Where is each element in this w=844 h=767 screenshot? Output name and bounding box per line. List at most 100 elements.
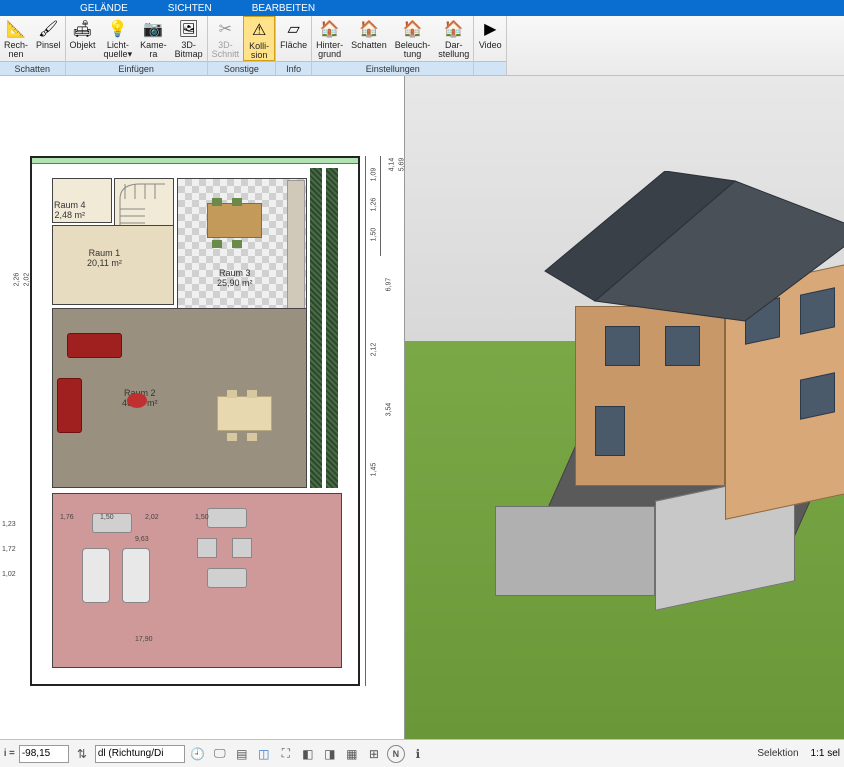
objekt-icon: 🛋 [72, 18, 94, 40]
flaeche-icon: ▱ [283, 18, 305, 40]
view-3d[interactable] [405, 76, 844, 739]
ribbon-group-label: Sonstige [208, 61, 276, 75]
ribbon-group-label: Einstellungen [312, 61, 473, 75]
ribbon-button-hintergrund[interactable]: 🏠Hinter- grund [312, 16, 347, 61]
ribbon-group: ▱FlächeInfo [276, 16, 312, 75]
stepper-icon[interactable]: ⇅ [73, 745, 91, 763]
dimension: 2,02 [145, 514, 159, 521]
menu-tab-gelaende[interactable]: GELÄNDE [80, 3, 128, 14]
chair [232, 240, 242, 248]
perspective-icon[interactable]: ◨ [321, 745, 339, 763]
dimension: 1,50 [195, 514, 209, 521]
room-label-raum3: Raum 325,90 m² [217, 268, 253, 288]
grid2-icon[interactable]: ⊞ [365, 745, 383, 763]
chair [212, 240, 222, 248]
info-icon[interactable]: ℹ [409, 745, 427, 763]
ribbon-group-label: Einfügen [66, 61, 207, 75]
outdoor-chair [232, 538, 252, 558]
house-wall-left [575, 306, 725, 486]
schatten-icon: 🏠 [358, 18, 380, 40]
outdoor-chair [197, 538, 217, 558]
ribbon-label: Pinsel [36, 41, 61, 50]
cube-icon[interactable]: ◫ [255, 745, 273, 763]
lichtquelle-icon: 💡 [107, 18, 129, 40]
ribbon-button-pinsel[interactable]: 🖌Pinsel [32, 16, 65, 61]
ribbon-button-objekt[interactable]: 🛋Objekt [66, 16, 100, 61]
history-icon[interactable]: 🕘 [189, 745, 207, 763]
menu-tab-sichten[interactable]: SICHTEN [168, 3, 212, 14]
3d-schnitt-icon: ✂ [214, 18, 236, 40]
dimension: 1,02 [2, 571, 16, 578]
video-icon: ▶ [479, 18, 501, 40]
table-light [217, 396, 272, 431]
dining-table [207, 203, 262, 238]
ribbon-label: Licht- quelle▾ [104, 41, 133, 59]
ribbon-label: Kolli- sion [249, 42, 269, 60]
window-icon [800, 372, 835, 419]
wireframe-icon[interactable]: ⛶ [277, 745, 295, 763]
ribbon-button-3d-bitmap[interactable]: 🖼3D- Bitmap [171, 16, 207, 61]
ribbon-label: Hinter- grund [316, 41, 343, 59]
ribbon-label: Objekt [70, 41, 96, 50]
ribbon-button-kollision[interactable]: ⚠Kolli- sion [243, 16, 275, 61]
dimension-rail [365, 156, 366, 686]
ribbon-group-label [474, 61, 506, 75]
outdoor-sofa [207, 508, 247, 528]
menu-tab-bearbeiten[interactable]: BEARBEITEN [252, 3, 315, 14]
rechnen-icon: 📐 [5, 18, 27, 40]
direction-dropdown[interactable] [95, 745, 185, 763]
ribbon-button-kamera[interactable]: 📷Kame- ra [136, 16, 171, 61]
ribbon-group: ✂3D- Schnitt⚠Kolli- sionSonstige [208, 16, 277, 75]
view-2d-floorplan[interactable]: Raum 42,48 m² Raum 120, [0, 76, 405, 739]
room-label-raum1: Raum 120,11 m² [87, 248, 122, 268]
sofa-red-2 [57, 378, 82, 433]
ribbon-button-3d-schnitt[interactable]: ✂3D- Schnitt [208, 16, 244, 61]
screen-icon[interactable]: 🖵 [211, 745, 229, 763]
dimension: 1,50 [100, 514, 114, 521]
window-icon [665, 326, 700, 366]
terrain-strip [32, 158, 358, 164]
ribbon-toolbar: 📐Rech- nen🖌PinselSchatten🛋Objekt💡Licht- … [0, 16, 844, 76]
grid-icon[interactable]: ▦ [343, 745, 361, 763]
status-bar: i = ⇅ 🕘 🖵 ▤ ◫ ⛶ ◧ ◨ ▦ ⊞ N ℹ Selektion 1:… [0, 739, 844, 767]
coord-input[interactable] [19, 745, 69, 763]
ribbon-button-schatten[interactable]: 🏠Schatten [347, 16, 391, 61]
ribbon-label: Fläche [280, 41, 307, 50]
ribbon-button-video[interactable]: ▶Video [474, 16, 506, 61]
hintergrund-icon: 🏠 [319, 18, 341, 40]
room-label-raum4: Raum 42,48 m² [54, 200, 86, 220]
sofa-red [67, 333, 122, 358]
ribbon-button-beleuchtung[interactable]: 🏠Beleuch- tung [391, 16, 435, 61]
ribbon-group: 📐Rech- nen🖌PinselSchatten [0, 16, 66, 75]
status-scale: 1:1 sel [811, 748, 840, 759]
ribbon-button-lichtquelle[interactable]: 💡Licht- quelle▾ [100, 16, 137, 61]
layer-icon[interactable]: ▤ [233, 745, 251, 763]
ribbon-group: 🛋Objekt💡Licht- quelle▾📷Kame- ra🖼3D- Bitm… [66, 16, 208, 75]
ribbon-group: ▶Video [474, 16, 507, 75]
ribbon-label: Beleuch- tung [395, 41, 431, 59]
ribbon-button-darstellung[interactable]: 🏠Dar- stellung [434, 16, 473, 61]
chair [247, 390, 257, 398]
ribbon-button-rechnen[interactable]: 📐Rech- nen [0, 16, 32, 61]
dimension: 1,09 [370, 168, 377, 182]
chair [212, 198, 222, 206]
ribbon-group-label: Schatten [0, 61, 65, 75]
kamera-icon: 📷 [142, 18, 164, 40]
north-icon[interactable]: N [387, 745, 405, 763]
dimension: 3,54 [385, 403, 392, 417]
3d-bitmap-icon: 🖼 [178, 18, 200, 40]
garage-wall [495, 506, 655, 596]
ribbon-button-flaeche[interactable]: ▱Fläche [276, 16, 311, 61]
chair [232, 198, 242, 206]
status-mode: Selektion [757, 748, 806, 759]
chair [227, 433, 237, 441]
roof-icon [535, 171, 844, 331]
ribbon-label: Rech- nen [4, 41, 28, 59]
shaded-icon[interactable]: ◧ [299, 745, 317, 763]
dimension: 1,26 [370, 198, 377, 212]
pinsel-icon: 🖌 [37, 18, 59, 40]
menu-tabs: GELÄNDE SICHTEN BEARBEITEN [0, 0, 844, 16]
dimension: 4,14 [388, 158, 395, 172]
dimension: 1,50 [370, 228, 377, 242]
ribbon-label: Video [479, 41, 502, 50]
